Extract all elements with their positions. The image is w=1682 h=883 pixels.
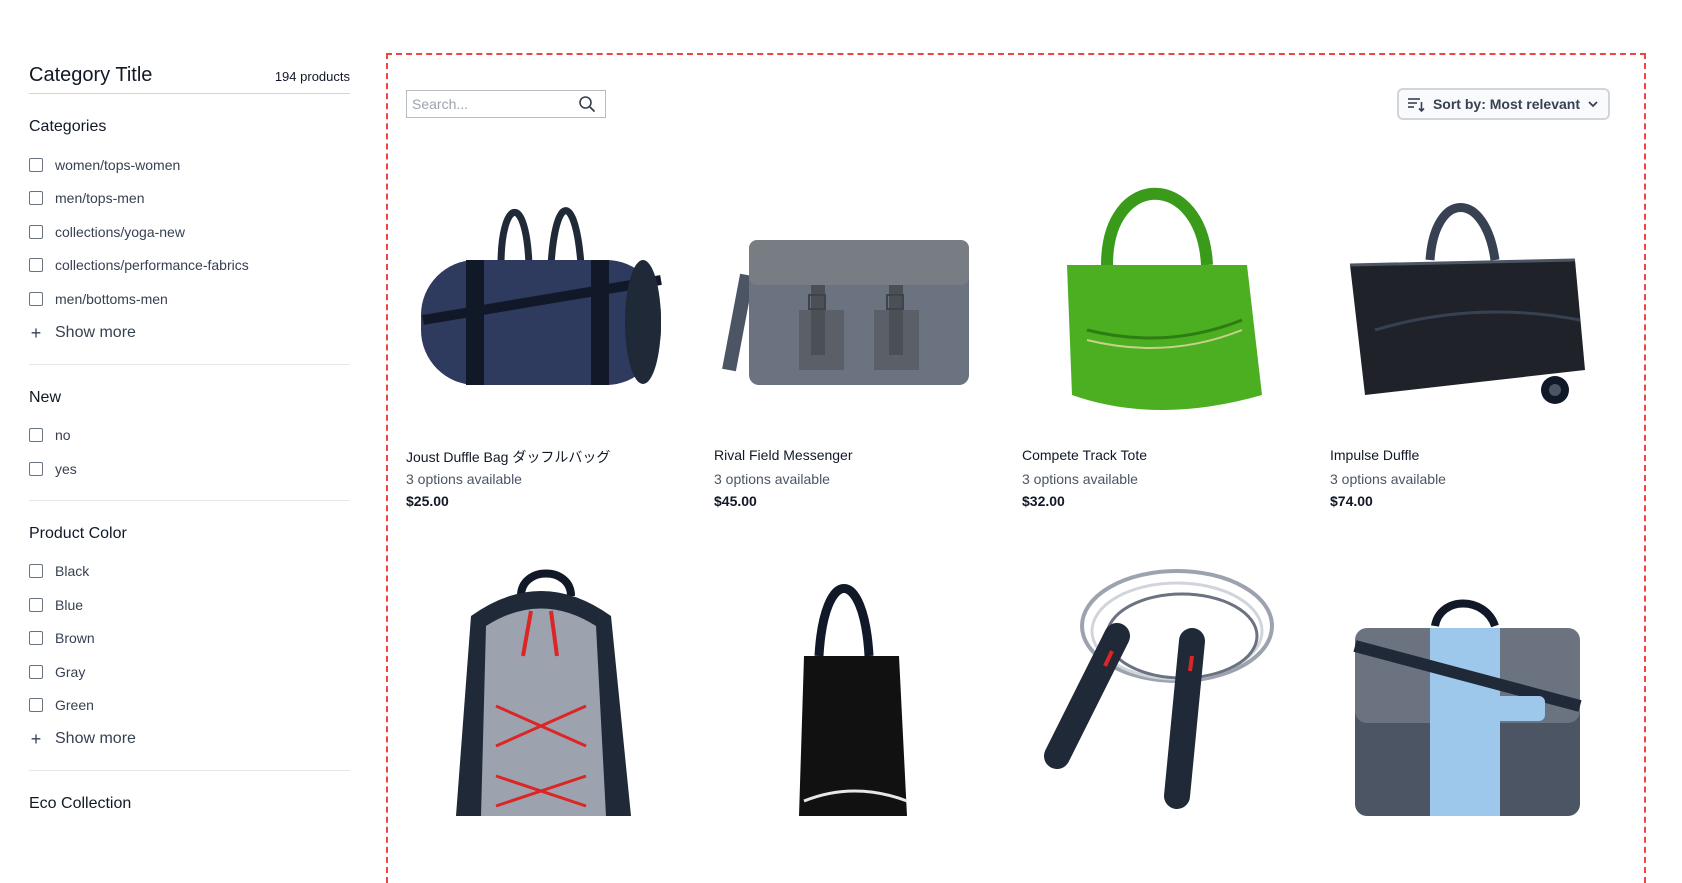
checkbox[interactable] <box>29 258 43 273</box>
product-options: 3 options available <box>1022 471 1138 487</box>
filter-section-title: Product Color <box>29 524 127 542</box>
product-name[interactable]: Impulse Duffle <box>1330 447 1618 465</box>
product-card[interactable]: Impulse Duffle 3 options available $74.0… <box>1330 165 1618 509</box>
product-card[interactable] <box>1330 551 1618 857</box>
filter-option-label: collections/yoga-new <box>55 223 185 240</box>
product-price: $45.00 <box>714 493 757 509</box>
product-name[interactable]: Joust Duffle Bag ダッフルバッグ <box>406 447 694 465</box>
filter-option-label: women/tops-women <box>55 156 181 173</box>
product-options: 3 options available <box>406 471 522 487</box>
product-card[interactable] <box>406 551 694 857</box>
product-image[interactable] <box>406 551 676 821</box>
product-count: 194 products <box>274 69 350 84</box>
category-header: Category Title 194 products <box>29 64 350 94</box>
filter-option[interactable]: Black <box>29 555 350 589</box>
filter-section-new: New no yes <box>29 365 350 501</box>
show-more-button[interactable]: + Show more <box>29 722 350 756</box>
search-input[interactable]: Search... <box>406 90 606 118</box>
product-listing-panel: Search... Sort by: Most relevant Joust D… <box>386 53 1646 883</box>
product-options: 3 options available <box>1330 471 1446 487</box>
filter-option-label: Green <box>55 697 94 714</box>
product-grid: Joust Duffle Bag ダッフルバッグ 3 options avail… <box>406 165 1618 857</box>
product-options: 3 options available <box>714 471 830 487</box>
checkbox[interactable] <box>29 664 43 679</box>
filter-section-eco-collection: Eco Collection <box>29 771 350 839</box>
black-tote-image <box>799 584 908 816</box>
filter-option[interactable]: men/tops-men <box>29 182 350 216</box>
filter-option-label: men/tops-men <box>55 190 145 207</box>
filter-option-label: Brown <box>55 630 95 647</box>
backpack-image <box>456 569 631 816</box>
product-card[interactable] <box>1022 551 1310 857</box>
product-price: $74.00 <box>1330 493 1373 509</box>
rolling-duffle-image <box>1349 203 1585 404</box>
checkbox[interactable] <box>29 597 43 612</box>
product-name[interactable]: Rival Field Messenger <box>714 447 1002 465</box>
sort-dropdown[interactable]: Sort by: Most relevant <box>1396 88 1610 120</box>
chevron-down-icon <box>1588 101 1598 108</box>
product-image[interactable] <box>1022 551 1292 821</box>
filter-option[interactable]: men/bottoms-men <box>29 282 350 316</box>
product-image[interactable] <box>406 165 676 435</box>
filter-option-label: Gray <box>55 663 86 680</box>
show-more-label: Show more <box>55 323 136 341</box>
filter-option[interactable]: Green <box>29 689 350 723</box>
filter-section-categories: Categories women/tops-women men/tops-men… <box>29 94 350 365</box>
search-placeholder[interactable]: Search... <box>407 96 577 112</box>
product-name[interactable]: Compete Track Tote <box>1022 447 1310 465</box>
product-image[interactable] <box>1330 551 1600 821</box>
product-image[interactable] <box>1330 165 1600 435</box>
filter-option-label: no <box>55 427 71 444</box>
filter-option-label: men/bottoms-men <box>55 290 168 307</box>
checkbox[interactable] <box>29 564 43 579</box>
filter-section-title: New <box>29 388 62 406</box>
filter-section-title: Eco Collection <box>29 795 132 812</box>
checkbox[interactable] <box>29 461 43 476</box>
filter-section-title: Categories <box>29 118 107 135</box>
sort-label: Sort by: Most relevant <box>1432 96 1580 112</box>
filter-option[interactable]: women/tops-women <box>29 148 350 182</box>
filter-option-label: Blue <box>55 596 84 613</box>
filter-option[interactable]: collections/yoga-new <box>29 215 350 249</box>
filter-option-label: yes <box>55 460 77 477</box>
filter-option-label: collections/performance-fabrics <box>55 257 249 274</box>
filter-option[interactable]: Gray <box>29 655 350 689</box>
checkbox[interactable] <box>29 291 43 306</box>
product-image[interactable] <box>714 165 984 435</box>
filter-option[interactable]: no <box>29 419 350 453</box>
checkbox[interactable] <box>29 428 43 443</box>
product-price: $32.00 <box>1022 493 1065 509</box>
plus-icon: + <box>30 729 42 749</box>
jump-rope-image <box>1044 569 1274 809</box>
checkbox[interactable] <box>29 157 43 172</box>
filter-option[interactable]: yes <box>29 452 350 486</box>
filter-option[interactable]: collections/performance-fabrics <box>29 249 350 283</box>
category-title: Category Title <box>29 64 153 86</box>
product-card[interactable]: Compete Track Tote 3 options available $… <box>1022 165 1310 509</box>
search-icon[interactable] <box>577 94 597 114</box>
product-image[interactable] <box>714 551 984 821</box>
filter-section-product-color: Product Color Black Blue Brown Gray Gree… <box>29 501 350 771</box>
messenger-bag-blue-image <box>1353 599 1582 816</box>
filter-option[interactable]: Brown <box>29 622 350 656</box>
messenger-bag-image <box>722 240 969 385</box>
show-more-button[interactable]: + Show more <box>29 316 350 350</box>
plus-icon: + <box>30 322 42 343</box>
filter-sidebar: Category Title 194 products Categories w… <box>29 64 350 839</box>
checkbox[interactable] <box>29 631 43 646</box>
filter-option[interactable]: Blue <box>29 588 350 622</box>
product-card[interactable]: Joust Duffle Bag ダッフルバッグ 3 options avail… <box>406 165 694 509</box>
product-card[interactable]: Rival Field Messenger 3 options availabl… <box>714 165 1002 509</box>
tote-bag-image <box>1067 187 1262 410</box>
checkbox[interactable] <box>29 224 43 239</box>
product-card[interactable] <box>714 551 1002 857</box>
filter-option-label: Black <box>55 563 90 580</box>
product-price: $25.00 <box>406 493 449 509</box>
show-more-label: Show more <box>55 730 136 747</box>
checkbox[interactable] <box>29 698 43 713</box>
duffle-bag-image <box>421 207 662 385</box>
sort-icon <box>1407 98 1425 112</box>
checkbox[interactable] <box>29 191 43 206</box>
product-image[interactable] <box>1022 165 1292 435</box>
